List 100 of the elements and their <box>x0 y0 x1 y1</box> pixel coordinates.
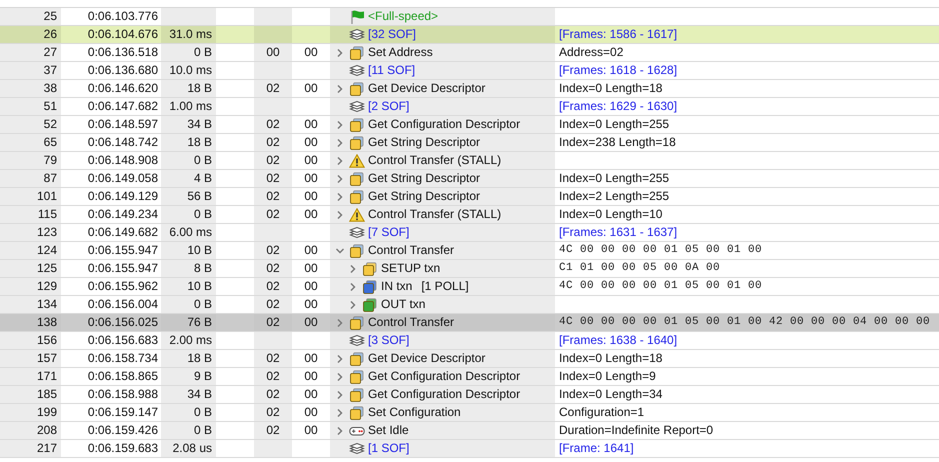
table-row[interactable]: 25 0:06.103.776 <Full-speed> <box>0 8 939 26</box>
table-row[interactable]: 87 0:06.149.058 4 B 02 00 Get String Descriptor Index=0 Length=255 <box>0 170 939 188</box>
layers-icon <box>349 442 365 456</box>
table-row[interactable]: 171 0:06.158.865 9 B 02 00 Get Configuration Descriptor Index=0 Length=9 <box>0 368 939 386</box>
table-row[interactable]: 124 0:06.155.947 10 B 02 00 Control Transfer 4C 00 00 00 00 01 05 00 01 00 <box>0 242 939 260</box>
index-cell: 87 <box>0 170 61 187</box>
expand-icon[interactable] <box>336 372 344 380</box>
expand-icon[interactable] <box>336 174 344 182</box>
table-row[interactable]: 38 0:06.146.620 18 B 02 00 Get Device Descriptor Index=0 Length=18 <box>0 80 939 98</box>
endpoint-cell-text: 00 <box>303 242 319 259</box>
length-cell: 56 B <box>161 188 216 205</box>
table-row[interactable]: 115 0:06.149.234 0 B 02 00 Control Transfer (STALL) Index=0 Length=10 <box>0 206 939 224</box>
endpoint-cell-text: 00 <box>303 404 319 421</box>
expand-icon[interactable] <box>336 210 344 218</box>
summary-cell-text: Index=0 Length=255 <box>558 116 670 133</box>
table-row[interactable]: 123 0:06.149.682 6.00 ms [7 SOF] [Frames: 1631 - 1637] <box>0 224 939 242</box>
table-row[interactable]: 37 0:06.136.680 10.0 ms [11 SOF] [Frames: 1618 - 1628] <box>0 62 939 80</box>
transfer-icon <box>349 46 365 60</box>
endpoint-cell-text: 00 <box>303 44 319 61</box>
expand-icon[interactable] <box>349 264 357 272</box>
index-cell: 171 <box>0 368 61 385</box>
timestamp-cell-text: 0:06.149.058 <box>86 170 159 187</box>
timestamp-cell-text: 0:06.136.680 <box>86 62 159 79</box>
expand-icon[interactable] <box>336 156 344 164</box>
timestamp-cell-text: 0:06.155.962 <box>86 278 159 295</box>
timestamp-cell-text: 0:06.104.676 <box>86 26 159 43</box>
table-row[interactable]: 27 0:06.136.518 0 B 00 00 Set Address Address=02 <box>0 44 939 62</box>
index-cell: 123 <box>0 224 61 241</box>
expand-icon[interactable] <box>336 354 344 362</box>
record-label: Get Device Descriptor <box>368 80 486 97</box>
table-row[interactable]: 208 0:06.159.426 0 B 02 00 Set Idle Duration=Indefinite Report=0 <box>0 422 939 440</box>
index-cell: 65 <box>0 134 61 151</box>
timestamp-cell-text: 0:06.159.426 <box>86 422 159 439</box>
expand-icon[interactable] <box>336 426 344 434</box>
endpoint-cell-text: 00 <box>303 260 319 277</box>
flag-icon <box>349 10 365 24</box>
record-label: Get String Descriptor <box>368 134 480 151</box>
summary-cell-text: Configuration=1 <box>558 404 646 421</box>
table-row[interactable]: 217 0:06.159.683 2.08 us [1 SOF] [Frame: 1641] <box>0 440 939 458</box>
summary-cell-text: Index=238 Length=18 <box>558 134 677 151</box>
expand-icon[interactable] <box>336 246 344 254</box>
record-label: [11 SOF] <box>368 62 416 79</box>
table-row[interactable]: 79 0:06.148.908 0 B 02 00 Control Transfer (STALL) <box>0 152 939 170</box>
record-label: Control Transfer <box>368 242 454 259</box>
transfer-icon <box>349 316 365 330</box>
table-row[interactable]: 129 0:06.155.962 10 B 02 00 IN txn [1 POLL] 4C 00 00 00 00 01 05 00 01 00 <box>0 278 939 296</box>
length-cell: 34 B <box>161 116 216 133</box>
expand-icon[interactable] <box>336 84 344 92</box>
timestamp-cell-text: 0:06.158.865 <box>86 368 159 385</box>
endpoint-cell-text: 00 <box>303 368 319 385</box>
table-row[interactable]: 52 0:06.148.597 34 B 02 00 Get Configuration Descriptor Index=0 Length=255 <box>0 116 939 134</box>
expand-icon[interactable] <box>336 390 344 398</box>
summary-cell-text: [Frames: 1586 - 1617] <box>558 26 678 43</box>
expand-icon[interactable] <box>336 48 344 56</box>
transfer-icon <box>362 298 378 312</box>
table-row[interactable]: 26 0:06.104.676 31.0 ms [32 SOF] [Frames: 1586 - 1617] <box>0 26 939 44</box>
expand-icon[interactable] <box>336 408 344 416</box>
endpoint-cell-text: 00 <box>303 80 319 97</box>
table-row[interactable]: 134 0:06.156.004 0 B 02 00 OUT txn <box>0 296 939 314</box>
summary-cell-text: 4C 00 00 00 00 01 05 00 01 00 42 00 00 00 04 00 00 00 <box>558 315 932 330</box>
record-label: Get Configuration Descriptor <box>368 368 520 385</box>
device-cell: 02 <box>254 188 292 205</box>
table-row[interactable]: 138 0:06.156.025 76 B 02 00 Control Transfer 4C 00 00 00 00 01 05 00 01 00 42 00 00 00 04 00 00 00 <box>0 314 939 332</box>
transfer-icon <box>349 82 365 96</box>
length-cell: 10 B <box>161 242 216 259</box>
index-cell: 125 <box>0 260 61 277</box>
endpoint-cell-text: 00 <box>303 170 319 187</box>
summary-cell-text: [Frames: 1618 - 1628] <box>558 62 678 79</box>
expand-icon[interactable] <box>336 318 344 326</box>
table-row[interactable]: 65 0:06.148.742 18 B 02 00 Get String Descriptor Index=238 Length=18 <box>0 134 939 152</box>
record-label: Get Configuration Descriptor <box>368 116 520 133</box>
length-cell: 18 B <box>161 80 216 97</box>
index-cell: 26 <box>0 26 61 43</box>
expand-icon[interactable] <box>336 192 344 200</box>
record-label: [3 SOF] <box>368 332 410 349</box>
length-cell: 10.0 ms <box>161 62 216 79</box>
record-label: Set Configuration <box>368 404 461 421</box>
index-cell: 199 <box>0 404 61 421</box>
length-cell: 4 B <box>161 170 216 187</box>
table-row[interactable]: 51 0:06.147.682 1.00 ms [2 SOF] [Frames: 1629 - 1630] <box>0 98 939 116</box>
record-label: IN txn <box>381 278 412 295</box>
table-row[interactable]: 101 0:06.149.129 56 B 02 00 Get String Descriptor Index=2 Length=255 <box>0 188 939 206</box>
endpoint-cell-text: 00 <box>303 314 319 331</box>
length-cell: 0 B <box>161 296 216 313</box>
table-row[interactable]: 156 0:06.156.683 2.00 ms [3 SOF] [Frames: 1638 - 1640] <box>0 332 939 350</box>
device-cell: 00 <box>254 44 292 61</box>
index-cell: 217 <box>0 440 61 457</box>
device-cell: 02 <box>254 134 292 151</box>
warning-icon <box>349 208 365 222</box>
length-cell: 1.00 ms <box>161 98 216 115</box>
expand-icon[interactable] <box>336 138 344 146</box>
table-row[interactable]: 157 0:06.158.734 18 B 02 00 Get Device Descriptor Index=0 Length=18 <box>0 350 939 368</box>
device-cell: 02 <box>254 350 292 367</box>
table-row[interactable]: 125 0:06.155.947 8 B 02 00 SETUP txn C1 01 00 00 05 00 0A 00 <box>0 260 939 278</box>
expand-icon[interactable] <box>349 282 357 290</box>
expand-icon[interactable] <box>349 300 357 308</box>
device-cell: 02 <box>254 170 292 187</box>
expand-icon[interactable] <box>336 120 344 128</box>
table-row[interactable]: 199 0:06.159.147 0 B 02 00 Set Configuration Configuration=1 <box>0 404 939 422</box>
table-row[interactable]: 185 0:06.158.988 34 B 02 00 Get Configuration Descriptor Index=0 Length=34 <box>0 386 939 404</box>
